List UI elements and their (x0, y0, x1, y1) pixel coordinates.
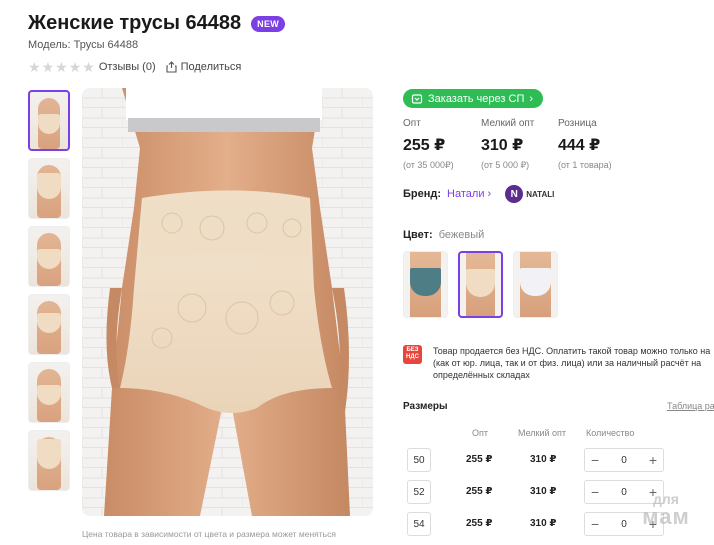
plus-icon[interactable]: + (649, 485, 657, 499)
thumbnail-1[interactable] (28, 90, 70, 151)
quantity-stepper: − 0 + (584, 512, 664, 536)
star-icon: ★ (82, 59, 95, 75)
chevron-right-icon: › (529, 92, 534, 105)
header-quantity: Количество (586, 428, 635, 438)
color-swatch-teal[interactable] (403, 251, 448, 318)
star-icon: ★ (68, 59, 82, 75)
color-value: бежевый (438, 229, 485, 241)
vat-icon-line2: НДС (406, 354, 419, 360)
share-button[interactable]: Поделиться (166, 61, 242, 73)
new-badge: NEW (251, 15, 286, 32)
page-title: Женские трусы 64488 (28, 12, 242, 34)
cart-icon (411, 93, 423, 104)
table-row: 52 255 ₽ 310 ₽ − 0 + (403, 480, 714, 504)
quantity-value[interactable]: 0 (621, 487, 627, 498)
brand-name: Натали (447, 188, 485, 200)
thumbnail-6[interactable] (28, 430, 70, 491)
price-small-wholesale: Мелкий опт 310 ₽ (от 5 000 ₽) (481, 118, 534, 171)
row-price-opt: 255 ₽ (466, 518, 493, 529)
color-swatches (403, 251, 558, 318)
row-price-small-opt: 310 ₽ (530, 454, 557, 465)
price-wholesale: Опт 255 ₽ (от 35 000₽) (403, 118, 454, 171)
table-row: 54 255 ₽ 310 ₽ − 0 + (403, 512, 714, 536)
price-value: 444 ₽ (558, 137, 601, 154)
reviews-link[interactable]: Отзывы (0) (99, 61, 156, 73)
thumbnail-3[interactable] (28, 226, 70, 287)
price-value: 255 ₽ (403, 137, 446, 154)
plus-icon[interactable]: + (649, 453, 657, 467)
quantity-value[interactable]: 0 (621, 455, 627, 466)
main-product-photo[interactable] (82, 88, 373, 516)
quantity-stepper: − 0 + (584, 448, 664, 472)
header-opt: Опт (472, 428, 488, 438)
price-value: 310 ₽ (481, 137, 524, 154)
price-note: (от 1 товара) (558, 160, 612, 170)
vat-icon-line1: БЕЗ (406, 347, 419, 353)
rating-row: ★ ★ ★ ★ ★ Отзывы (0) Поделиться (28, 60, 241, 74)
order-via-sp-button[interactable]: Заказать через СП › (403, 89, 544, 108)
minus-icon[interactable]: − (591, 485, 599, 499)
rating-stars: ★ ★ ★ ★ ★ (28, 60, 95, 74)
share-label: Поделиться (180, 61, 242, 73)
quantity-value[interactable]: 0 (621, 519, 627, 530)
vat-line: Товар продается без НДС. Оплатить такой … (433, 346, 711, 356)
order-button-label: Заказать через СП (428, 92, 525, 105)
header-small-opt: Мелкий опт (518, 428, 567, 438)
table-row: 50 255 ₽ 310 ₽ − 0 + (403, 448, 714, 472)
price-retail: Розница 444 ₽ (от 1 товара) (558, 118, 612, 170)
row-price-small-opt: 310 ₽ (530, 518, 557, 529)
no-vat-icon: БЕЗ НДС (403, 345, 422, 364)
brand-row: Бренд: Натали › N NATALI (403, 185, 554, 203)
color-label: Цвет: (403, 229, 433, 241)
star-icon: ★ (28, 59, 41, 75)
quantity-stepper: − 0 + (584, 480, 664, 504)
row-price-opt: 255 ₽ (466, 454, 493, 465)
star-icon: ★ (41, 59, 55, 75)
minus-icon[interactable]: − (591, 517, 599, 531)
product-photo-image (82, 88, 373, 516)
star-icon: ★ (55, 59, 68, 75)
thumbnail-4[interactable] (28, 294, 70, 355)
share-icon (166, 61, 177, 73)
thumbnail-5[interactable] (28, 362, 70, 423)
brand-logo-text: NATALI (526, 189, 555, 199)
product-title-row: Женские трусы 64488 NEW (28, 12, 286, 35)
row-price-opt: 255 ₽ (466, 486, 493, 497)
color-row: Цвет: бежевый (403, 229, 484, 241)
model-label: Модель: Трусы 64488 (28, 39, 139, 51)
minus-icon[interactable]: − (591, 453, 599, 467)
color-swatch-white[interactable] (513, 251, 558, 318)
sizes-title: Размеры (403, 401, 448, 412)
size-table-link[interactable]: Таблица ра (667, 401, 714, 411)
size-label: 52 (407, 480, 431, 504)
vat-notice: Товар продается без НДС. Оплатить такой … (433, 345, 714, 381)
plus-icon[interactable]: + (649, 517, 657, 531)
vat-line: (как от юр. лица, так и от физ. лица) ил… (433, 358, 702, 368)
brand-logo[interactable]: N NATALI (505, 185, 554, 203)
brand-logo-icon: N (505, 185, 524, 203)
thumbnail-2[interactable] (28, 158, 70, 219)
size-label: 54 (407, 512, 431, 536)
thumbnail-list (28, 90, 72, 498)
vat-line: определённых складах (433, 370, 530, 380)
price-note: (от 5 000 ₽) (481, 160, 530, 170)
price-label: Розница (558, 118, 597, 129)
price-label: Опт (403, 118, 421, 129)
size-label: 50 (407, 448, 431, 472)
brand-link[interactable]: Натали › (447, 188, 491, 200)
chevron-right-icon: › (487, 188, 492, 200)
price-note: (от 35 000₽) (403, 160, 454, 170)
price-label: Мелкий опт (481, 118, 535, 129)
brand-label: Бренд: (403, 188, 442, 200)
color-swatch-beige[interactable] (458, 251, 503, 318)
photo-caption: Цена товара в зависимости от цвета и раз… (82, 529, 336, 539)
row-price-small-opt: 310 ₽ (530, 486, 557, 497)
